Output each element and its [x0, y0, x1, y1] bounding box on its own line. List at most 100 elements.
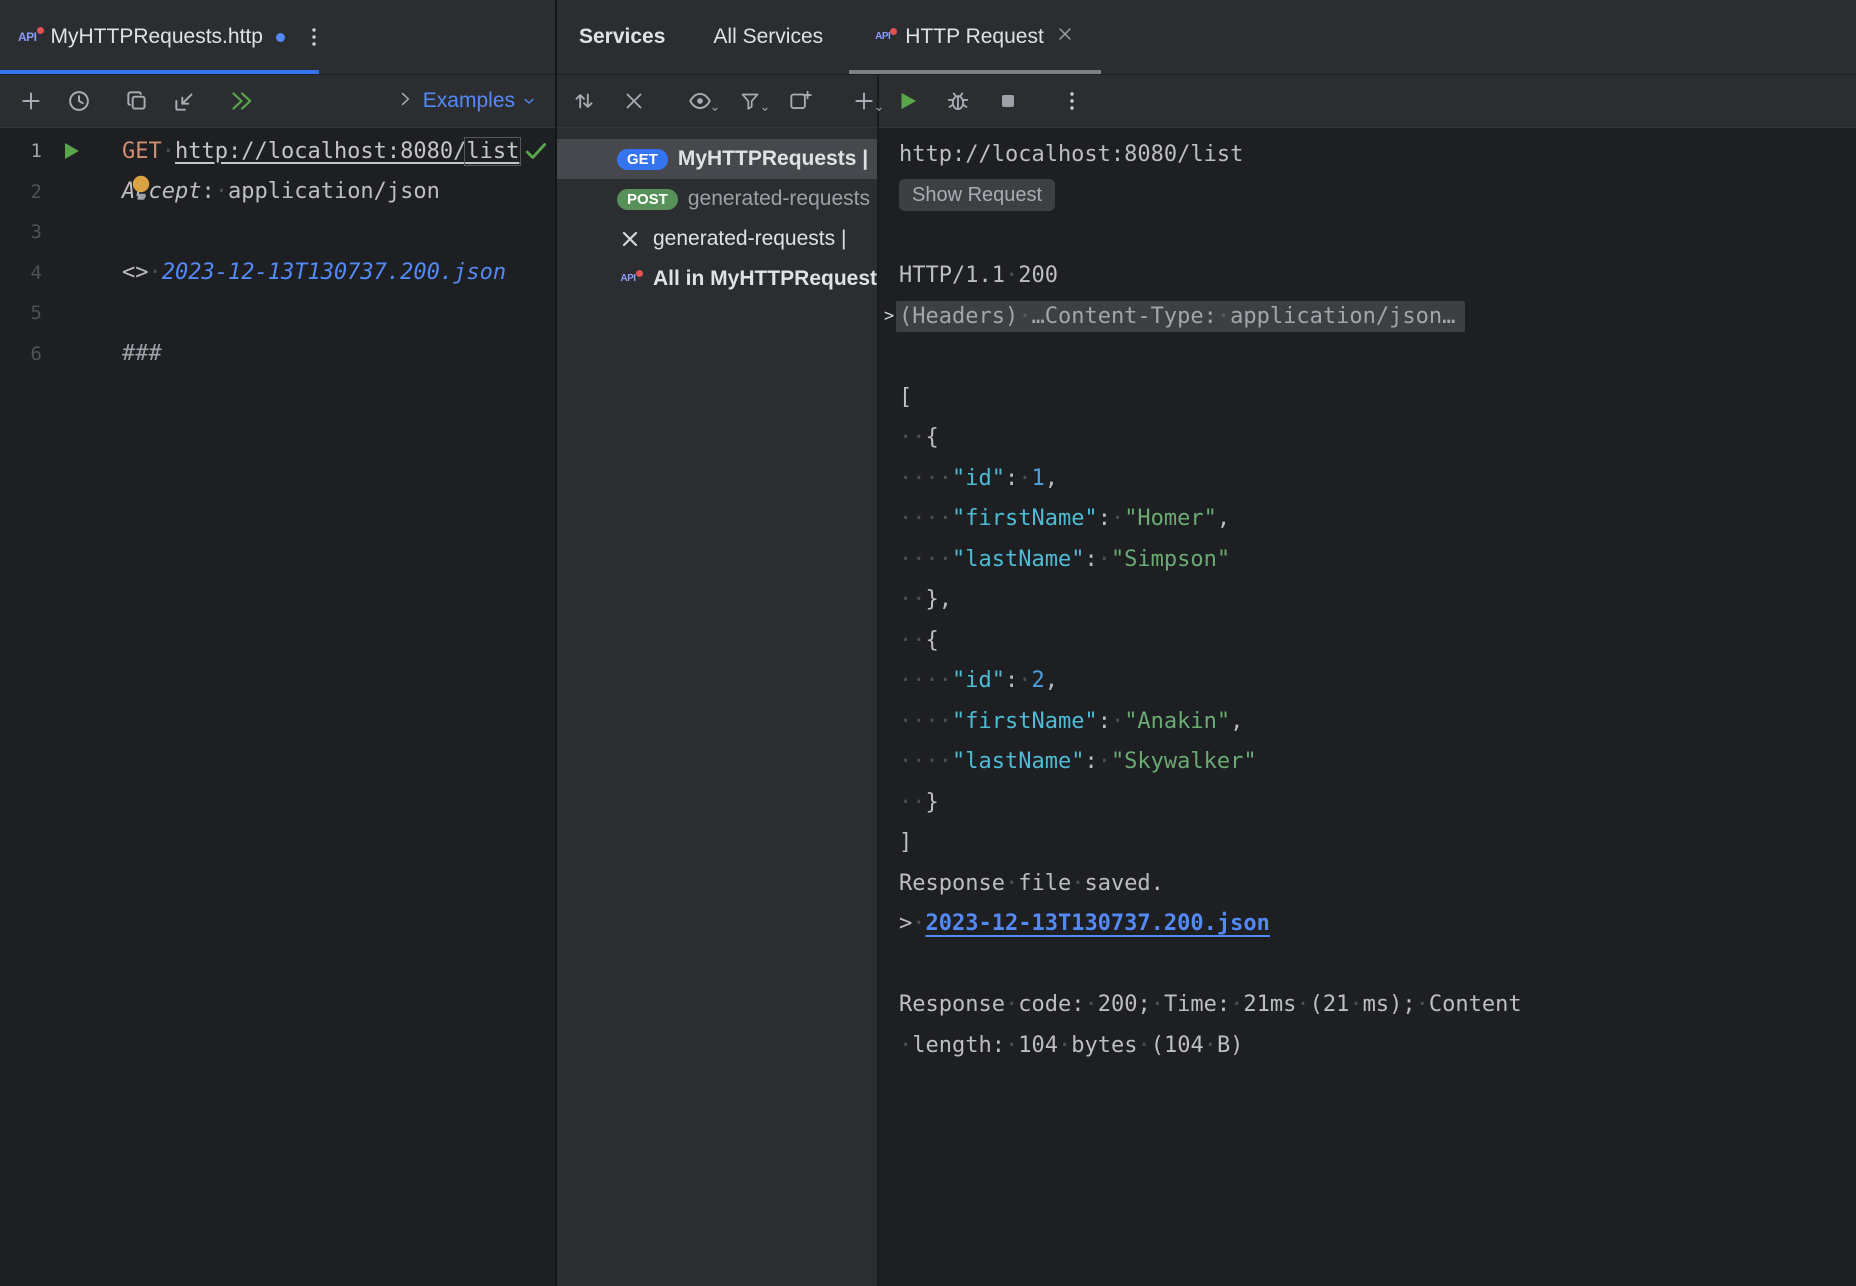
- whitespace-dots: ·: [912, 911, 925, 936]
- whitespace-dots: ·: [1204, 1033, 1217, 1058]
- response-console-pane: http://localhost:8080/listShow RequestHT…: [879, 75, 1856, 1286]
- services-body: GETMyHTTPRequests | POST generated-request…: [557, 75, 1856, 1286]
- tree-item-label: generated-requests |: [653, 227, 846, 251]
- close-tab-icon[interactable]: [1055, 24, 1075, 50]
- tool-window-title: Services: [557, 25, 687, 49]
- response-file-link[interactable]: 2023-12-13T130737.200.json: [162, 260, 506, 285]
- active-tab-indicator: [849, 70, 1101, 74]
- whitespace-dots: ·: [1005, 263, 1018, 288]
- run-all-requests-button[interactable]: [224, 84, 258, 118]
- whitespace-dots: ·: [1005, 992, 1018, 1017]
- tab-http-request-label: HTTP Request: [905, 25, 1044, 49]
- open-in-new-tab-icon[interactable]: [783, 84, 817, 118]
- code-text: <>·2023-12-13T130737.200.json: [122, 260, 506, 285]
- http-editor[interactable]: 1 GET·http://localhost:8080/list 2Accept:·…: [0, 128, 555, 1286]
- folded-headers[interactable]: (Headers)·…Content-Type:·application/jso…: [896, 301, 1465, 332]
- code-text: ###: [122, 341, 162, 366]
- whitespace-dots: ··: [899, 425, 926, 450]
- response-file-link[interactable]: 2023-12-13T130737.200.json: [926, 911, 1270, 936]
- console-line: ····"firstName":·"Homer",: [899, 499, 1856, 540]
- fold-expand-icon[interactable]: >: [884, 306, 894, 326]
- add-service-icon[interactable]: [847, 84, 881, 118]
- tree-row[interactable]: POST generated-requests: [557, 179, 877, 219]
- console-line: ··},: [899, 580, 1856, 621]
- console-line: http://localhost:8080/list: [899, 134, 1856, 175]
- console-line: ·length:·104·bytes·(104·B): [899, 1025, 1856, 1066]
- editor-line[interactable]: 2Accept:·application/json: [0, 172, 555, 213]
- whitespace-dots: ·: [1018, 466, 1031, 491]
- editor-tab-bar: API MyHTTPRequests.http: [0, 0, 555, 75]
- console-kebab-menu-icon[interactable]: [1055, 84, 1089, 118]
- whitespace-dots: ·: [1058, 1033, 1071, 1058]
- editor-kebab-menu-icon[interactable]: [297, 20, 331, 54]
- services-tab-bar: Services All Services API HTTP Request: [557, 0, 1856, 75]
- whitespace-dots: ····: [899, 668, 952, 693]
- editor-line[interactable]: 5: [0, 293, 555, 334]
- history-button[interactable]: [62, 84, 96, 118]
- stop-icon[interactable]: [991, 84, 1025, 118]
- whitespace-dots: ·: [1349, 992, 1362, 1017]
- intention-bulb[interactable]: [130, 174, 152, 207]
- console-line: Response·code:·200;·Time:·21ms·(21·ms);·…: [899, 985, 1856, 1026]
- tab-http-request[interactable]: API HTTP Request: [849, 0, 1101, 74]
- console-toolbar: [879, 75, 1856, 128]
- console-line: ····"id":·1,: [899, 458, 1856, 499]
- code-text: Accept:·application/json: [122, 179, 440, 204]
- editor-toolbar: Examples: [0, 75, 555, 128]
- whitespace-dots: ·: [1416, 992, 1429, 1017]
- console-line: >·2023-12-13T130737.200.json: [899, 904, 1856, 945]
- debug-bug-icon[interactable]: [941, 84, 975, 118]
- whitespace-dots: ·: [1137, 1033, 1150, 1058]
- whitespace-dots: ····: [899, 749, 952, 774]
- editor-line[interactable]: 1 GET·http://localhost:8080/list: [0, 131, 555, 172]
- tab-myhttprequests-http[interactable]: API MyHTTPRequests.http: [0, 0, 319, 74]
- tab-all-services[interactable]: All Services: [687, 0, 849, 74]
- rerun-request-icon[interactable]: [891, 84, 925, 118]
- console-line: ··{: [899, 418, 1856, 459]
- console-line: >(Headers)·…Content-Type:·application/js…: [899, 296, 1856, 337]
- console-line: ····"lastName":·"Simpson": [899, 539, 1856, 580]
- line-number: 1: [0, 140, 42, 162]
- copy-button[interactable]: [120, 84, 154, 118]
- code-text: GET·http://localhost:8080/list: [122, 139, 519, 164]
- preview-eye-icon[interactable]: [683, 84, 717, 118]
- filter-icon[interactable]: [733, 84, 767, 118]
- collapse-all-icon[interactable]: [617, 84, 651, 118]
- whitespace-dots: ·: [1296, 992, 1309, 1017]
- import-requests-button[interactable]: [168, 84, 202, 118]
- console-line: Response·file·saved.: [899, 863, 1856, 904]
- examples-dropdown[interactable]: Examples: [423, 89, 537, 113]
- show-request-button[interactable]: Show Request: [899, 179, 1055, 211]
- sort-icon[interactable]: [567, 84, 601, 118]
- whitespace-dots: ··: [899, 587, 926, 612]
- editor-line[interactable]: 6###: [0, 334, 555, 375]
- tree-row[interactable]: API All in MyHTTPRequests: [557, 259, 877, 299]
- editor-pane: API MyHTTPRequests.http: [0, 0, 557, 1286]
- examples-label: Examples: [423, 89, 515, 113]
- whitespace-dots: ·: [149, 260, 162, 285]
- editor-line[interactable]: 3: [0, 212, 555, 253]
- console-line: ····"id":·2,: [899, 661, 1856, 702]
- examples-area: Examples: [395, 89, 541, 114]
- editor-line[interactable]: 4<>·2023-12-13T130737.200.json: [0, 253, 555, 294]
- console-line: [899, 337, 1856, 378]
- tree-row[interactable]: generated-requests |: [557, 219, 877, 259]
- console-line: ····"firstName":·"Anakin",: [899, 701, 1856, 742]
- add-request-button[interactable]: [14, 84, 48, 118]
- success-check-icon: [523, 138, 549, 164]
- whitespace-dots: ·: [1217, 304, 1230, 329]
- chevron-right-icon[interactable]: [395, 89, 415, 114]
- tree-item-label: All in MyHTTPRequests: [653, 267, 877, 291]
- console-line: ····"lastName":·"Skywalker": [899, 742, 1856, 783]
- tree-item-label: generated-requests: [688, 187, 870, 211]
- whitespace-dots: ·: [1018, 668, 1031, 693]
- whitespace-dots: ·: [1230, 992, 1243, 1017]
- console-line: ··{: [899, 620, 1856, 661]
- tab-all-services-label: All Services: [713, 25, 823, 49]
- api-icon: API: [620, 274, 639, 284]
- tree-row[interactable]: GETMyHTTPRequests |: [557, 139, 877, 179]
- method-badge: POST: [617, 189, 678, 210]
- intention-bulb-icon[interactable]: [130, 174, 152, 201]
- tree-item-label: MyHTTPRequests |: [678, 147, 868, 171]
- run-request-icon[interactable]: [60, 140, 82, 162]
